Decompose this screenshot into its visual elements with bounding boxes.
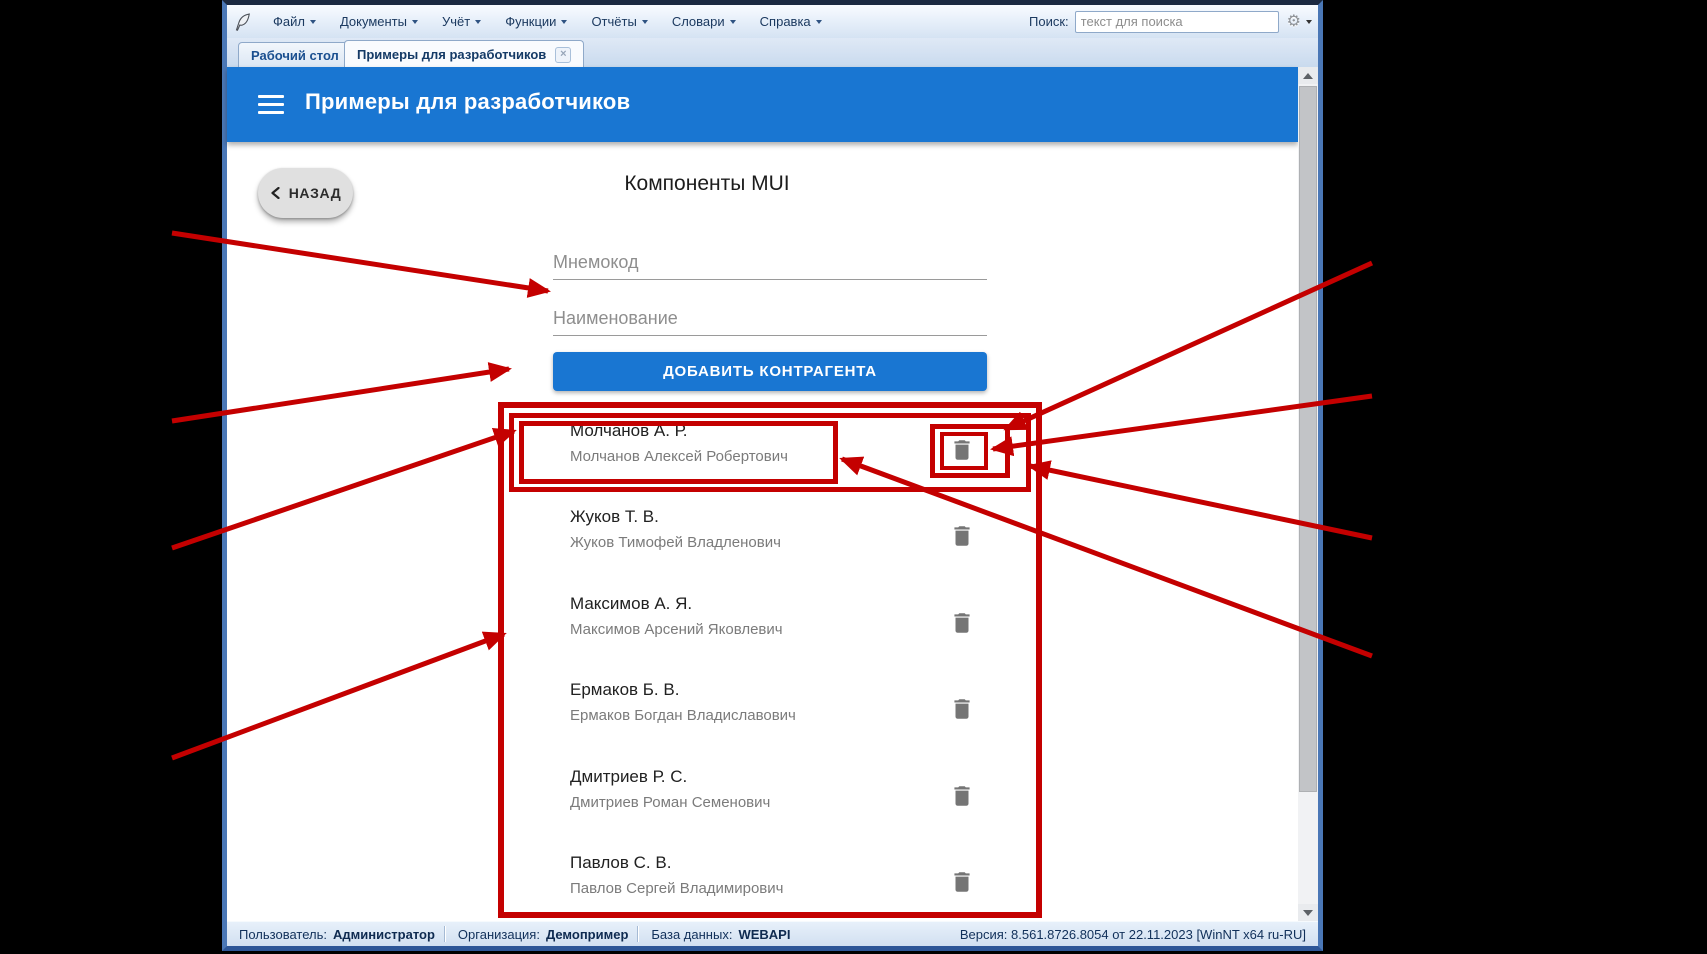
delete-button trash-icon[interactable]	[949, 869, 975, 895]
menu-item-help[interactable]: Справка	[748, 10, 834, 34]
name-field[interactable]	[553, 301, 987, 336]
organization-value: Демопример	[546, 927, 628, 942]
page-title: Компоненты MUI	[227, 172, 1187, 196]
vertical-scrollbar[interactable]	[1298, 67, 1318, 921]
search-input[interactable]	[1075, 11, 1279, 33]
list-item-ermakov[interactable]: Ермаков Б. В. Ермаков Богдан Владиславов…	[570, 680, 930, 725]
settings-menu-button[interactable]: ⚙	[1287, 14, 1312, 30]
caret-down-icon	[1306, 20, 1312, 24]
delete-button trash-icon[interactable]	[949, 783, 975, 809]
caret-down-icon	[561, 20, 567, 24]
app-bar-title: Примеры для разработчиков	[305, 89, 630, 115]
tab-desktop[interactable]: Рабочий стол	[238, 42, 352, 67]
database-value: WEBAPI	[738, 927, 790, 942]
delete-button trash-icon[interactable]	[949, 437, 975, 463]
caret-down-icon	[310, 20, 316, 24]
scroll-down-button[interactable]	[1298, 904, 1318, 921]
list-item-dmitriev[interactable]: Дмитриев Р. С. Дмитриев Роман Семенович	[570, 767, 930, 812]
menubar: Файл Документы Учёт Функции Отчёты Слова…	[227, 5, 1318, 39]
list-item-pavlov[interactable]: Павлов С. В. Павлов Сергей Владимирович	[570, 853, 930, 898]
caret-down-icon	[642, 20, 648, 24]
caret-down-icon	[816, 20, 822, 24]
mui-app-bar: Примеры для разработчиков	[227, 67, 1298, 142]
gear-icon: ⚙	[1287, 14, 1301, 30]
user-label: Пользователь:	[239, 927, 327, 942]
menu-item-functions[interactable]: Функции	[493, 10, 579, 34]
list-item-maksimov[interactable]: Максимов А. Я. Максимов Арсений Яковлеви…	[570, 594, 930, 639]
delete-button trash-icon[interactable]	[949, 610, 975, 636]
organization-label: Организация:	[458, 927, 540, 942]
hamburger-menu-icon[interactable]	[258, 95, 284, 114]
search-label: Поиск:	[1029, 14, 1069, 29]
list-item-zhukov[interactable]: Жуков Т. В. Жуков Тимофей Владленович	[570, 507, 930, 552]
divider	[444, 926, 445, 942]
scrollbar-thumb[interactable]	[1299, 86, 1317, 792]
version-text: Версия: 8.561.8726.8054 от 22.11.2023 [W…	[960, 927, 1310, 942]
menu-item-file[interactable]: Файл	[261, 10, 328, 34]
menu-item-dictionaries[interactable]: Словари	[660, 10, 748, 34]
add-contractor-button[interactable]: ДОБАВИТЬ КОНТРАГЕНТА	[553, 352, 987, 391]
arrow-down-icon	[1303, 910, 1313, 916]
tab-developer-examples[interactable]: Примеры для разработчиков ×	[344, 40, 584, 68]
caret-down-icon	[412, 20, 418, 24]
arrow-up-icon	[1303, 73, 1313, 79]
caret-down-icon	[475, 20, 481, 24]
list-item-molchanov[interactable]: Молчанов А. Р. Молчанов Алексей Робертов…	[570, 421, 930, 466]
mnemocode-field[interactable]	[553, 245, 987, 280]
scroll-up-button[interactable]	[1298, 67, 1318, 84]
close-tab-icon[interactable]: ×	[555, 47, 571, 63]
delete-button trash-icon[interactable]	[949, 523, 975, 549]
statusbar: Пользователь: Администратор Организация:…	[227, 921, 1318, 946]
tabbar: Рабочий стол Примеры для разработчиков ×	[227, 38, 1318, 68]
menu-item-documents[interactable]: Документы	[328, 10, 430, 34]
user-value: Администратор	[333, 927, 435, 942]
quill-app-logo-icon	[233, 11, 253, 33]
delete-button trash-icon[interactable]	[949, 696, 975, 722]
caret-down-icon	[730, 20, 736, 24]
database-label: База данных:	[651, 927, 732, 942]
menu-item-reports[interactable]: Отчёты	[579, 10, 659, 34]
menu-item-accounting[interactable]: Учёт	[430, 10, 493, 34]
divider	[637, 926, 638, 942]
